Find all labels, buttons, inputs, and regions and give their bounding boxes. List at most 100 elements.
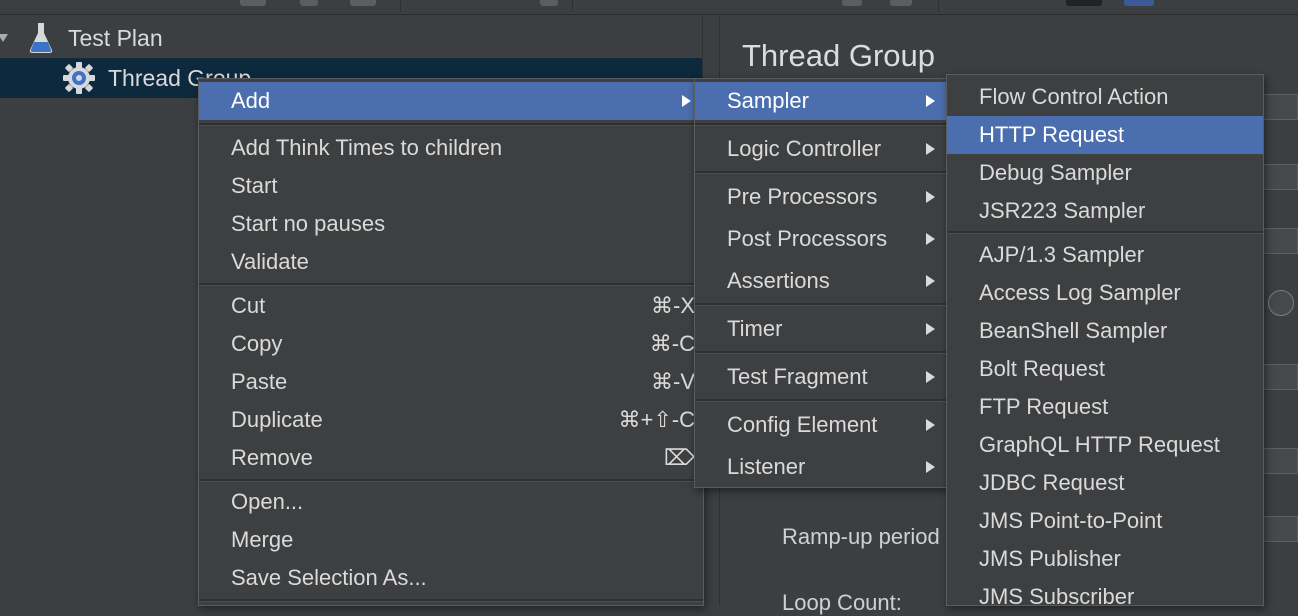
menu-item-label: Paste	[231, 369, 288, 394]
menu-item-copy[interactable]: Copy ⌘-C	[199, 325, 703, 363]
menu-separator	[695, 303, 947, 306]
sampler-item-jdbc-request[interactable]: JDBC Request	[947, 464, 1263, 502]
menu-item-add[interactable]: Add	[199, 82, 703, 120]
submenu-arrow-icon	[926, 461, 935, 473]
menu-item-label: Test Fragment	[727, 364, 868, 389]
toolbar-button[interactable]	[1124, 0, 1154, 6]
tree-node-label: Test Plan	[68, 25, 163, 51]
shortcut-label: ⌘-X	[651, 293, 695, 318]
submenu-arrow-icon	[926, 191, 935, 203]
submenu-item-timer[interactable]: Timer	[695, 310, 947, 348]
sampler-item-access-log-sampler[interactable]: Access Log Sampler	[947, 274, 1263, 312]
menu-item-label: GraphQL HTTP Request	[979, 432, 1220, 457]
sampler-item-ajp-sampler[interactable]: AJP/1.3 Sampler	[947, 236, 1263, 274]
menu-item-merge[interactable]: Merge	[199, 521, 703, 559]
submenu-arrow-icon	[926, 419, 935, 431]
menu-item-add-think-times[interactable]: Add Think Times to children	[199, 129, 703, 167]
menu-item-start[interactable]: Start	[199, 167, 703, 205]
menu-separator	[947, 231, 1263, 234]
page-title: Thread Group	[742, 38, 935, 73]
menu-separator	[695, 399, 947, 402]
sampler-item-ftp-request[interactable]: FTP Request	[947, 388, 1263, 426]
radio-button[interactable]	[1268, 290, 1294, 316]
toolbar-button[interactable]	[540, 0, 558, 6]
toolbar-button[interactable]	[1066, 0, 1102, 6]
menu-item-open[interactable]: Open...	[199, 483, 703, 521]
menu-item-start-no-pauses[interactable]: Start no pauses	[199, 205, 703, 243]
menu-item-label: Cut	[231, 293, 266, 318]
menu-item-label: Assertions	[727, 268, 830, 293]
toolbar-button[interactable]	[300, 0, 318, 6]
toolbar-separator	[938, 0, 939, 12]
submenu-item-test-fragment[interactable]: Test Fragment	[695, 358, 947, 396]
submenu-arrow-icon	[926, 323, 935, 335]
menu-item-label: Copy	[231, 331, 283, 356]
menu-item-label: Remove	[231, 445, 313, 470]
ramp-up-input[interactable]	[1260, 516, 1298, 542]
menu-item-label: Add	[231, 88, 271, 113]
sampler-item-jms-publisher[interactable]: JMS Publisher	[947, 540, 1263, 578]
menu-separator	[199, 599, 703, 602]
sampler-item-jsr223-sampler[interactable]: JSR223 Sampler	[947, 192, 1263, 230]
submenu-item-logic-controller[interactable]: Logic Controller	[695, 130, 947, 168]
sampler-item-beanshell-sampler[interactable]: BeanShell Sampler	[947, 312, 1263, 350]
submenu-arrow-icon	[926, 95, 935, 107]
sampler-item-http-request[interactable]: HTTP Request	[947, 116, 1263, 154]
sampler-item-flow-control-action[interactable]: Flow Control Action	[947, 78, 1263, 116]
threads-field[interactable]	[1260, 364, 1298, 390]
submenu-item-sampler[interactable]: Sampler	[695, 82, 947, 120]
toolbar-button[interactable]	[350, 0, 376, 6]
toolbar-separator	[400, 0, 401, 12]
context-menu: Add Add Think Times to children Start St…	[198, 78, 704, 606]
menu-item-duplicate[interactable]: Duplicate ⌘+⇧-C	[199, 401, 703, 439]
submenu-arrow-icon	[926, 275, 935, 287]
sampler-item-debug-sampler[interactable]: Debug Sampler	[947, 154, 1263, 192]
sampler-item-jms-point-to-point[interactable]: JMS Point-to-Point	[947, 502, 1263, 540]
submenu-item-post-processors[interactable]: Post Processors	[695, 220, 947, 258]
menu-separator	[695, 171, 947, 174]
sampler-item-graphql-http-request[interactable]: GraphQL HTTP Request	[947, 426, 1263, 464]
toolbar-button[interactable]	[240, 0, 266, 6]
menu-item-label: Start no pauses	[231, 211, 386, 236]
toolbar	[0, 0, 1298, 15]
menu-item-cut[interactable]: Cut ⌘-X	[199, 287, 703, 325]
sampler-item-bolt-request[interactable]: Bolt Request	[947, 350, 1263, 388]
ramp-up-field[interactable]	[1260, 448, 1298, 474]
menu-item-label: Debug Sampler	[979, 160, 1132, 185]
sampler-submenu: Flow Control Action HTTP Request Debug S…	[946, 74, 1264, 609]
menu-item-label: Logic Controller	[727, 136, 882, 161]
menu-separator	[695, 123, 947, 126]
add-submenu: Sampler Logic Controller Pre Processors …	[694, 78, 948, 488]
menu-item-label: FTP Request	[979, 394, 1109, 419]
submenu-arrow-icon	[926, 233, 935, 245]
menu-item-label: HTTP Request	[979, 122, 1125, 147]
menu-item-label: JMS Point-to-Point	[979, 508, 1163, 533]
submenu-item-listener[interactable]: Listener	[695, 448, 947, 486]
sampler-item-jms-subscriber[interactable]: JMS Subscriber	[947, 578, 1263, 616]
menu-item-label: Access Log Sampler	[979, 280, 1181, 305]
tree-node-test-plan[interactable]: Test Plan	[0, 18, 702, 58]
menu-item-paste[interactable]: Paste ⌘-V	[199, 363, 703, 401]
menu-item-label: Sampler	[727, 88, 809, 113]
delete-key-icon: ⌦	[663, 445, 695, 470]
menu-separator	[199, 123, 703, 126]
submenu-arrow-icon	[682, 95, 691, 107]
submenu-item-assertions[interactable]: Assertions	[695, 262, 947, 300]
toolbar-button[interactable]	[890, 0, 912, 6]
menu-separator	[199, 283, 703, 286]
submenu-item-pre-processors[interactable]: Pre Processors	[695, 178, 947, 216]
submenu-item-config-element[interactable]: Config Element	[695, 406, 947, 444]
menu-item-label: Bolt Request	[979, 356, 1105, 381]
expand-triangle-icon[interactable]	[0, 34, 8, 42]
action-field[interactable]	[1260, 228, 1298, 254]
shortcut-label: ⌘+⇧-C	[618, 407, 696, 432]
menu-item-label: Open...	[231, 489, 304, 514]
menu-item-remove[interactable]: Remove ⌦	[199, 439, 703, 477]
toolbar-button[interactable]	[842, 0, 862, 6]
comments-field[interactable]	[1260, 164, 1298, 190]
menu-item-save-selection-as[interactable]: Save Selection As...	[199, 559, 703, 597]
name-field[interactable]	[1260, 94, 1298, 120]
menu-item-validate[interactable]: Validate	[199, 243, 703, 281]
shortcut-label: ⌘-V	[651, 369, 695, 394]
toolbar-separator	[572, 0, 573, 12]
